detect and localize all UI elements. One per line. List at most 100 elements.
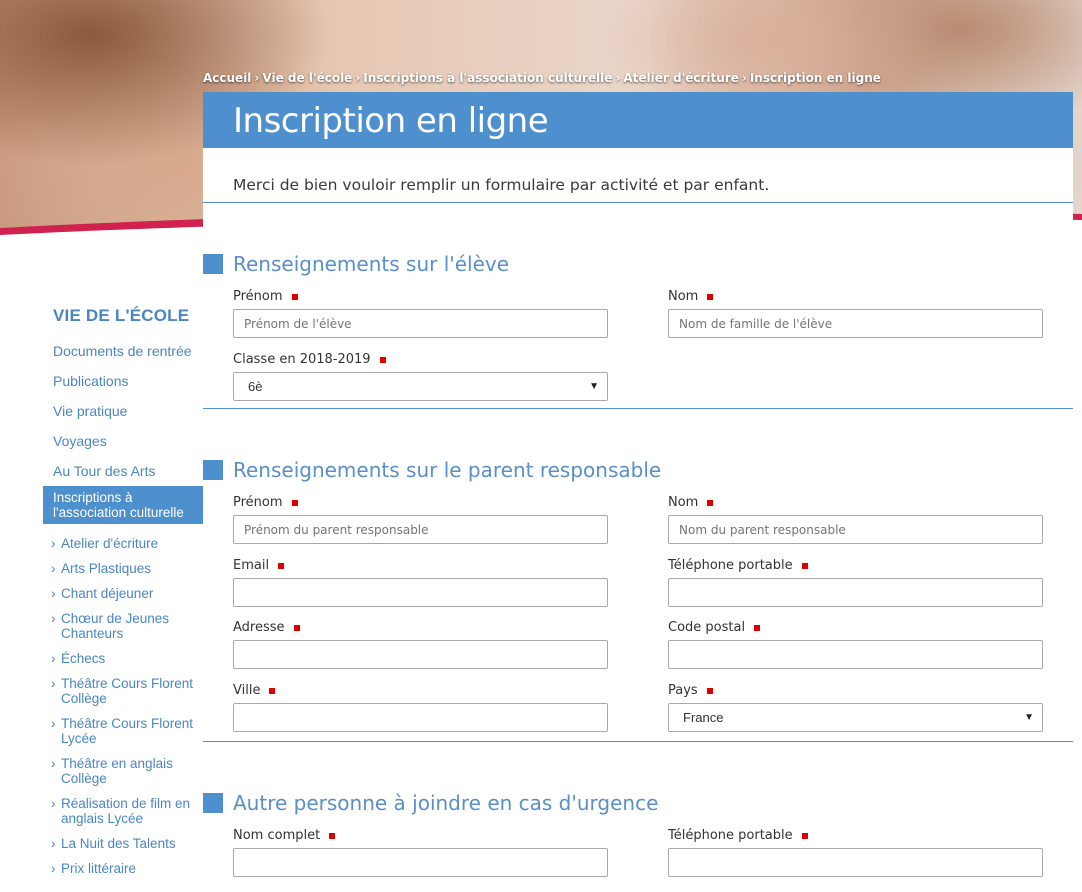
required-marker-icon <box>707 499 714 506</box>
sidebar-item-publications[interactable]: Publications <box>43 366 203 396</box>
square-bullet-icon <box>203 793 223 813</box>
breadcrumb-atelier[interactable]: Atelier d'écriture <box>623 71 739 85</box>
section-title: Autre personne à joindre en cas d'urgenc… <box>233 791 659 815</box>
urgence-telephone-input[interactable] <box>668 848 1043 877</box>
intro-text: Merci de bien vouloir remplir un formula… <box>233 176 770 194</box>
parent-prenom-input[interactable] <box>233 515 608 544</box>
required-marker-icon <box>291 499 298 506</box>
sidebar-subitem-label: Arts Plastiques <box>61 561 152 576</box>
field-parent-pays: Pays France ▼ <box>668 683 1043 732</box>
sidebar-subitem[interactable]: › Théâtre en anglais Collège <box>43 756 203 786</box>
sidebar-subitem[interactable]: › La Nuit des Talents <box>43 836 203 851</box>
sidebar-subitem-label: Prix littéraire <box>61 861 137 876</box>
section-title: Renseignements sur le parent responsable <box>233 458 662 482</box>
chevron-right-icon: › <box>51 586 56 601</box>
field-parent-adresse: Adresse <box>233 620 608 669</box>
field-parent-code-postal: Code postal <box>668 620 1043 669</box>
sidebar-subitem-label: Chant déjeuner <box>61 586 154 601</box>
field-urgence-nom: Nom complet <box>233 828 608 877</box>
chevron-right-icon: › <box>51 716 56 731</box>
field-label: Pays <box>668 683 1043 703</box>
sidebar-subitem[interactable]: › Arts Plastiques <box>43 561 203 576</box>
field-label: Classe en 2018-2019 <box>233 352 608 372</box>
field-label: Nom <box>668 289 1043 309</box>
required-marker-icon <box>707 293 714 300</box>
sidebar-subitem[interactable]: › Théâtre Cours Florent Lycée <box>43 716 203 746</box>
chevron-right-icon: › <box>51 676 56 691</box>
square-bullet-icon <box>203 254 223 274</box>
field-parent-ville: Ville <box>233 683 608 732</box>
chevron-right-icon: › <box>51 836 56 851</box>
field-eleve-nom: Nom <box>668 289 1043 338</box>
divider <box>203 408 1073 409</box>
sidebar-subitem[interactable]: › Réalisation de film en anglais Lycée <box>43 796 203 826</box>
parent-ville-input[interactable] <box>233 703 608 732</box>
section-urgence: Autre personne à joindre en cas d'urgenc… <box>203 791 658 815</box>
field-label: Email <box>233 558 608 578</box>
divider <box>203 202 1073 203</box>
sidebar-subitem[interactable]: › Chœur de Jeunes Chanteurs <box>43 611 203 641</box>
field-label: Nom <box>668 495 1043 515</box>
breadcrumb-home[interactable]: Accueil <box>203 71 251 85</box>
parent-telephone-input[interactable] <box>668 578 1043 607</box>
sidebar-item-voyages[interactable]: Voyages <box>43 426 203 456</box>
field-parent-prenom: Prénom <box>233 495 608 544</box>
dropdown-arrow-icon: ▼ <box>1024 712 1034 723</box>
parent-nom-input[interactable] <box>668 515 1043 544</box>
chevron-right-icon: › <box>51 651 56 666</box>
chevron-right-icon: › <box>51 611 56 626</box>
sidebar-item-vie-pratique[interactable]: Vie pratique <box>43 396 203 426</box>
sidebar-item-documents[interactable]: Documents de rentrée <box>43 336 203 366</box>
breadcrumb-vie-ecole[interactable]: Vie de l'école <box>262 71 352 85</box>
select-value: France <box>683 710 724 725</box>
section-eleve: Renseignements sur l'élève <box>203 252 509 276</box>
sidebar-subitem[interactable]: › Échecs <box>43 651 203 666</box>
sidebar-subitem-label: Théâtre Cours Florent Collège <box>61 676 194 706</box>
select-value: 6è <box>248 379 263 394</box>
field-urgence-telephone: Téléphone portable <box>668 828 1043 877</box>
chevron-right-icon: › <box>51 536 56 551</box>
eleve-prenom-input[interactable] <box>233 309 608 338</box>
field-label: Téléphone portable <box>668 828 1043 848</box>
chevron-right-icon: › <box>51 756 56 771</box>
field-eleve-classe: Classe en 2018-2019 6è ▼ <box>233 352 608 401</box>
parent-email-input[interactable] <box>233 578 608 607</box>
chevron-right-icon: › <box>51 861 56 876</box>
field-label: Téléphone portable <box>668 558 1043 578</box>
required-marker-icon <box>329 832 336 839</box>
section-parent: Renseignements sur le parent responsable <box>203 458 661 482</box>
sidebar-subitem-label: Réalisation de film en anglais Lycée <box>61 796 191 826</box>
form-card: Inscription en ligne Merci de bien voulo… <box>203 92 1073 892</box>
sidebar-subitem[interactable]: › Atelier d'écriture <box>43 536 203 551</box>
chevron-right-icon: › <box>51 561 56 576</box>
sidebar-item-inscriptions-active[interactable]: Inscriptions à l'association culturelle <box>43 486 203 524</box>
breadcrumb-separator: › <box>355 71 361 85</box>
field-label: Prénom <box>233 289 608 309</box>
field-parent-nom: Nom <box>668 495 1043 544</box>
breadcrumb-inscriptions[interactable]: Inscriptions à l'association culturelle <box>363 71 612 85</box>
classe-select[interactable]: 6è ▼ <box>233 372 608 401</box>
breadcrumb-separator: › <box>741 71 747 85</box>
sidebar-item-tour-des-arts[interactable]: Au Tour des Arts <box>43 456 203 486</box>
urgence-nom-input[interactable] <box>233 848 608 877</box>
parent-adresse-input[interactable] <box>233 640 608 669</box>
breadcrumb-separator: › <box>254 71 260 85</box>
pays-select[interactable]: France ▼ <box>668 703 1043 732</box>
sidebar-subitem-label: Théâtre Cours Florent Lycée <box>61 716 194 746</box>
sidebar-subitem[interactable]: › Prix littéraire <box>43 861 203 876</box>
required-marker-icon <box>754 624 761 631</box>
card-header: Inscription en ligne <box>203 92 1073 148</box>
required-marker-icon <box>291 293 298 300</box>
field-label: Ville <box>233 683 608 703</box>
parent-code-postal-input[interactable] <box>668 640 1043 669</box>
square-bullet-icon <box>203 460 223 480</box>
sidebar-subitem[interactable]: › Chant déjeuner <box>43 586 203 601</box>
required-marker-icon <box>269 687 276 694</box>
required-marker-icon <box>379 356 386 363</box>
sidebar-subitem[interactable]: › Théâtre Cours Florent Collège <box>43 676 203 706</box>
field-parent-telephone: Téléphone portable <box>668 558 1043 607</box>
eleve-nom-input[interactable] <box>668 309 1043 338</box>
section-title: Renseignements sur l'élève <box>233 252 510 276</box>
breadcrumb-separator: › <box>615 71 621 85</box>
sidebar-subitem-label: Atelier d'écriture <box>61 536 159 551</box>
